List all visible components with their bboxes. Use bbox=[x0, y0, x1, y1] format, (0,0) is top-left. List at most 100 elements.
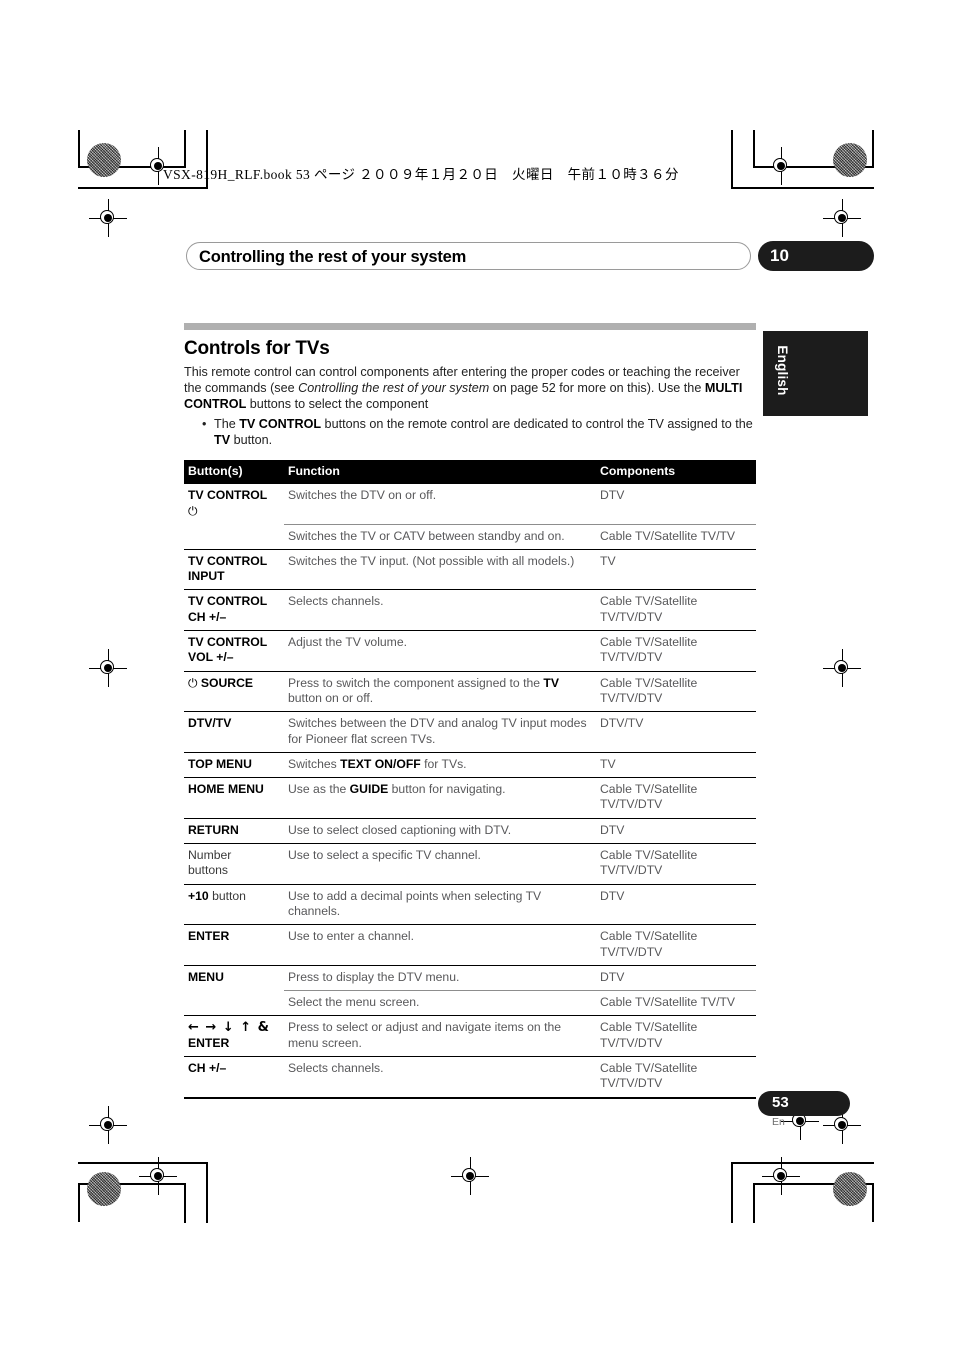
table-row: RETURN Use to select closed captioning w… bbox=[184, 817, 756, 844]
crop-line bbox=[78, 1162, 208, 1164]
cell-button: HOME MENU bbox=[184, 777, 284, 819]
section-intro: This remote control can control componen… bbox=[184, 364, 756, 412]
crop-line bbox=[753, 1183, 755, 1223]
crop-line bbox=[78, 130, 80, 167]
table-row: CH +/– Selects channels. Cable TV/Satell… bbox=[184, 1055, 756, 1097]
bullet-text-pre: The bbox=[214, 417, 240, 432]
halftone-dot bbox=[87, 1172, 121, 1206]
table-row: TV CONTROL CH +/– Selects channels. Cable… bbox=[184, 589, 756, 631]
registration-mark bbox=[89, 199, 127, 237]
halftone-dot bbox=[87, 143, 121, 177]
button-label: SOURCE bbox=[200, 675, 254, 690]
function-text-pre: Switches bbox=[288, 756, 341, 771]
crop-line bbox=[78, 187, 208, 189]
cell-function: Press to display the DTV menu. bbox=[284, 964, 596, 991]
cell-function: Use to select a specific TV channel. bbox=[284, 843, 596, 885]
registration-mark bbox=[762, 147, 800, 185]
cell-components: Cable TV/Satellite TV/TV/DTV bbox=[596, 630, 756, 672]
cell-button: TV CONTROL INPUT bbox=[184, 548, 284, 590]
column-header-buttons: Button(s) bbox=[184, 460, 284, 484]
cell-components: DTV bbox=[596, 964, 756, 991]
crop-line bbox=[184, 1183, 186, 1223]
cell-button: ⏻ SOURCE bbox=[184, 670, 284, 712]
registration-mark bbox=[823, 649, 861, 687]
cell-components: Cable TV/Satellite TV/TV/DTV bbox=[596, 924, 756, 966]
intro-italic-reference: Controlling the rest of your system bbox=[298, 381, 490, 396]
cell-components: Cable TV/Satellite TV/TV bbox=[596, 523, 756, 550]
cell-components: Cable TV/Satellite TV/TV/DTV bbox=[596, 589, 756, 631]
list-item: The TV CONTROL buttons on the remote con… bbox=[202, 416, 756, 448]
function-bold: GUIDE bbox=[349, 782, 389, 797]
cell-button: TV CONTROL ⏻ bbox=[184, 483, 284, 525]
intro-text-3: buttons to select the component bbox=[246, 397, 429, 412]
cell-components: DTV bbox=[596, 817, 756, 844]
cell-function: Switches the TV input. (Not possible wit… bbox=[284, 548, 596, 590]
cell-button: CH +/– bbox=[184, 1055, 284, 1097]
bullet-text-mid: buttons on the remote control are dedica… bbox=[321, 417, 753, 432]
cell-function: Switches TEXT ON/OFF for TVs. bbox=[284, 751, 596, 778]
cell-components: DTV bbox=[596, 883, 756, 925]
crop-line bbox=[206, 1162, 208, 1223]
cell-components: Cable TV/Satellite TV/TV/DTV bbox=[596, 1015, 756, 1057]
button-label-suffix: button bbox=[208, 888, 246, 903]
main-content: Controls for TVs This remote control can… bbox=[184, 323, 756, 1099]
table-row: ⏻ SOURCE Press to switch the component a… bbox=[184, 670, 756, 712]
cell-button: Number buttons bbox=[184, 843, 284, 885]
registration-mark bbox=[139, 1157, 177, 1195]
table-row: TV CONTROL ⏻ Switches the DTV on or off.… bbox=[184, 483, 756, 525]
cell-components: TV bbox=[596, 548, 756, 590]
cell-function: Selects channels. bbox=[284, 1055, 596, 1097]
button-label: +10 bbox=[188, 888, 209, 903]
crop-line bbox=[731, 1162, 733, 1223]
power-icon: ⏻ bbox=[188, 503, 198, 518]
table-row: HOME MENU Use as the GUIDE button for na… bbox=[184, 777, 756, 819]
cell-button: ENTER bbox=[184, 924, 284, 966]
button-label: TV CONTROL bbox=[188, 488, 267, 503]
function-bold: TV bbox=[543, 675, 559, 690]
controls-table: Button(s) Function Components TV CONTROL… bbox=[184, 460, 756, 1097]
registration-mark bbox=[823, 199, 861, 237]
cell-function: Switches the DTV on or off. bbox=[284, 483, 596, 525]
column-header-components: Components bbox=[596, 460, 756, 484]
cell-function: Use to add a decimal points when selecti… bbox=[284, 883, 596, 925]
power-icon: ⏻ bbox=[188, 675, 198, 690]
cell-function: Use to enter a channel. bbox=[284, 924, 596, 966]
intro-text-2: on page 52 for more on this). Use the bbox=[489, 381, 705, 396]
cell-components: Cable TV/Satellite TV/TV/DTV bbox=[596, 777, 756, 819]
bullet-bold-tv: TV bbox=[214, 433, 231, 448]
table-row: ENTER Use to enter a channel. Cable TV/S… bbox=[184, 924, 756, 966]
cell-components: TV bbox=[596, 751, 756, 778]
cell-components: Cable TV/Satellite TV/TV/DTV bbox=[596, 1055, 756, 1097]
table-row: +10 button Use to add a decimal points w… bbox=[184, 883, 756, 925]
cell-button: DTV/TV bbox=[184, 711, 284, 753]
cell-function: Press to select or adjust and navigate i… bbox=[284, 1015, 596, 1057]
page-number-pill: 53 bbox=[758, 1091, 850, 1116]
cell-function: Use as the GUIDE button for navigating. bbox=[284, 777, 596, 819]
button-label: ENTER bbox=[188, 1035, 230, 1050]
page-language-code: En bbox=[772, 1116, 785, 1128]
cell-button: TV CONTROL VOL +/– bbox=[184, 630, 284, 672]
print-file-header: VSX-819H_RLF.book 53 ページ ２００９年１月２０日 火曜日 … bbox=[163, 167, 679, 182]
cell-function: Use to select closed captioning with DTV… bbox=[284, 817, 596, 844]
cell-function: Select the menu screen. bbox=[284, 990, 596, 1016]
crop-line bbox=[731, 130, 733, 188]
table-row: MENU Press to display the DTV menu. DTV bbox=[184, 964, 756, 991]
cell-components: Cable TV/Satellite TV/TV/DTV bbox=[596, 670, 756, 712]
cell-components: DTV/TV bbox=[596, 711, 756, 753]
function-text-pre: Press to switch the component assigned t… bbox=[288, 675, 544, 690]
cell-function: Press to switch the component assigned t… bbox=[284, 670, 596, 712]
table-row: Number buttons Use to select a specific T… bbox=[184, 843, 756, 885]
crop-line bbox=[78, 1184, 80, 1222]
running-head-pill: Controlling the rest of your system bbox=[186, 242, 751, 270]
function-text-post: for TVs. bbox=[420, 756, 467, 771]
function-text-post: button for navigating. bbox=[388, 782, 506, 797]
table-row: ← → ↓ ↑ & ENTER Press to select or adjus… bbox=[184, 1015, 756, 1057]
arrow-keys-icon: ← → ↓ ↑ & bbox=[188, 1020, 271, 1036]
section-title: Controls for TVs bbox=[184, 338, 330, 359]
table-bottom-rule bbox=[184, 1096, 756, 1099]
table-row: TOP MENU Switches TEXT ON/OFF for TVs. T… bbox=[184, 751, 756, 778]
language-side-tab: English bbox=[763, 331, 868, 416]
cell-function: Adjust the TV volume. bbox=[284, 630, 596, 672]
cell-button bbox=[184, 991, 284, 1016]
page-title: Controlling the rest of your system bbox=[199, 248, 467, 266]
